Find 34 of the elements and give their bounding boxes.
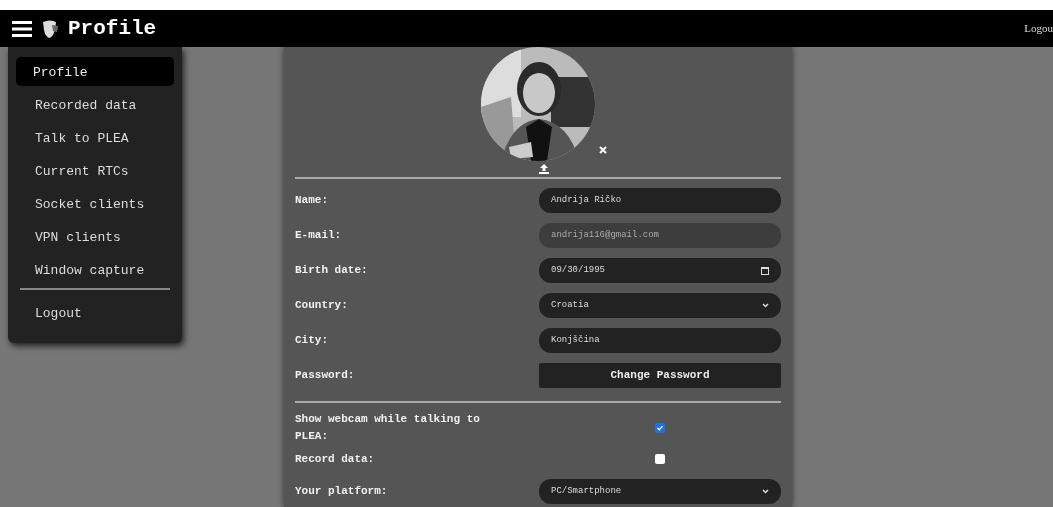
menu-item[interactable]: VPN clients <box>16 222 174 251</box>
menu-item[interactable]: Talk to PLEA <box>16 123 174 152</box>
calendar-icon[interactable] <box>761 266 769 275</box>
logout-link[interactable]: Logou <box>1024 20 1053 37</box>
page-title: Profile <box>68 15 157 42</box>
field-label: Record data: <box>295 451 376 467</box>
select-field[interactable]: Croatia <box>539 293 781 318</box>
select-field[interactable]: PC/Smartphone <box>539 479 781 504</box>
field-label: Birth date: <box>295 263 369 279</box>
menu-item[interactable]: Window capture <box>16 255 174 284</box>
checkbox[interactable] <box>655 422 665 433</box>
field-label: Your platform: <box>295 484 389 500</box>
input-field[interactable]: Andrija Ričko <box>539 188 781 213</box>
field-label: City: <box>295 333 329 349</box>
field-label: Password: <box>295 368 356 384</box>
change-password-button[interactable]: Change Password <box>539 363 781 388</box>
chevron-down-icon <box>762 303 769 308</box>
mask-icon <box>40 18 60 39</box>
menu-item[interactable]: Profile <box>16 57 174 86</box>
menu-item[interactable]: Recorded data <box>16 90 174 119</box>
menu-item[interactable]: Logout <box>16 298 174 327</box>
menu-item[interactable]: Current RTCs <box>16 156 174 185</box>
field-label: Show webcam while talking to PLEA: <box>295 412 481 444</box>
menu-icon[interactable] <box>12 20 32 37</box>
field-label: E-mail: <box>295 228 343 244</box>
chevron-down-icon <box>762 489 769 494</box>
checkbox[interactable] <box>655 454 665 464</box>
close-icon[interactable] <box>599 146 607 154</box>
field-label: Name: <box>295 193 329 209</box>
menu-item[interactable]: Socket clients <box>16 189 174 218</box>
date-field[interactable]: 09/30/1995 <box>539 258 781 283</box>
input-field[interactable]: Konjščina <box>539 328 781 353</box>
upload-icon[interactable] <box>539 164 549 174</box>
field-label: Country: <box>295 298 349 314</box>
